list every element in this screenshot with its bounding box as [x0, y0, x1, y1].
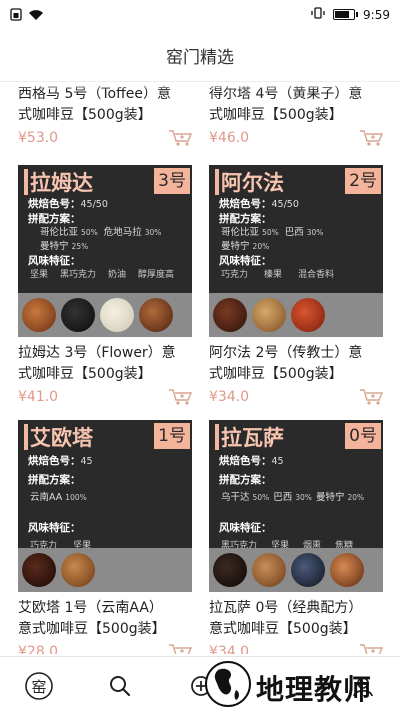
tab-search[interactable] [105, 671, 135, 701]
product-price: ¥53.0 [18, 130, 59, 146]
chocolate-image [22, 553, 56, 587]
page-title: 窑门精选 [0, 30, 400, 82]
tab-home[interactable]: 窑 [24, 671, 54, 701]
product-title: 得尔塔 4号（黄果子）意 式咖啡豆【500g装】 [209, 86, 363, 123]
add-to-cart-icon[interactable] [168, 643, 192, 654]
nut-image [252, 553, 286, 587]
card-name: 阿尔法 [221, 171, 284, 195]
chocolate-image [213, 553, 247, 587]
home-logo-icon: 窑 [25, 672, 53, 700]
spice-image [291, 298, 325, 332]
svg-text:窑: 窑 [31, 678, 46, 696]
watermark-text: 地理教师 [256, 673, 373, 706]
spice-image [22, 298, 56, 332]
product-title: 拉瓦萨 0号（经典配方） 意式咖啡豆【500g装】 [209, 600, 363, 637]
product-price: ¥34.0 [209, 644, 250, 654]
product-price: ¥28.0 [18, 644, 59, 654]
coffee-image-strip [209, 293, 383, 337]
product-item[interactable]: 得尔塔 4号（黄果子）意 式咖啡豆【500g装】 ¥46.0 [209, 82, 383, 150]
card-name: 拉姆达 [30, 171, 93, 195]
add-to-cart-icon[interactable] [359, 388, 383, 406]
battery-icon [333, 9, 359, 20]
product-item[interactable]: 西格马 5号（Toffee）意 式咖啡豆【500g装】 ¥53.0 [18, 82, 192, 150]
search-icon [110, 676, 131, 697]
card-number: 1号 [154, 423, 190, 449]
status-time: 9:59 [363, 7, 390, 22]
card-number: 3号 [154, 168, 190, 194]
globe-logo-icon [205, 661, 251, 707]
product-price: ¥46.0 [209, 130, 250, 146]
wifi-icon [28, 9, 44, 24]
card-number: 0号 [345, 423, 381, 449]
card-number: 2号 [345, 168, 381, 194]
add-to-cart-icon[interactable] [359, 643, 383, 654]
status-bar: 9:59 [0, 0, 400, 30]
product-title: 阿尔法 2号（传教士）意 式咖啡豆【500g装】 [209, 345, 363, 382]
product-card-image[interactable]: 拉瓦萨 0号 烘焙色号：45 拼配方案： 乌干达 50% 巴西 30% 曼特宁 … [209, 420, 383, 592]
product-card-image[interactable]: 阿尔法 2号 烘焙色号：45/50 拼配方案： 哥伦比亚 50% 巴西 30% … [209, 165, 383, 337]
add-to-cart-icon[interactable] [168, 129, 192, 147]
product-title: 拉姆达 3号（Flower）意 式咖啡豆【500g装】 [18, 345, 176, 382]
add-to-cart-icon[interactable] [168, 388, 192, 406]
product-price: ¥34.0 [209, 389, 250, 405]
cream-image [100, 298, 134, 332]
coffee-image-strip [18, 293, 192, 337]
coffee-image-strip [209, 548, 383, 592]
hazelnut-image [252, 298, 286, 332]
scroll-fade [0, 82, 400, 90]
product-title: 西格马 5号（Toffee）意 式咖啡豆【500g装】 [18, 86, 171, 123]
vibrate-icon [311, 7, 325, 22]
product-title: 艾欧塔 1号（云南AA） 意式咖啡豆【500g装】 [18, 600, 166, 637]
sim-icon [10, 8, 22, 24]
add-to-cart-icon[interactable] [359, 129, 383, 147]
product-card-image[interactable]: 艾欧塔 1号 烘焙色号：45 拼配方案： 云南AA 100% 风味特征： 巧克力… [18, 420, 192, 592]
coffee-cup-image [139, 298, 173, 332]
product-price: ¥41.0 [18, 389, 59, 405]
coffee-image-strip [18, 548, 192, 592]
chocolate-image [61, 298, 95, 332]
product-grid[interactable]: 西格马 5号（Toffee）意 式咖啡豆【500g装】 ¥53.0 得尔塔 4号… [0, 82, 400, 654]
caramel-image [330, 553, 364, 587]
product-card-image[interactable]: 拉姆达 3号 烘焙色号：45/50 拼配方案： 哥伦比亚 50% 危地马拉 30… [18, 165, 192, 337]
watermark: 地理教师 [196, 656, 400, 711]
chocolate-image [213, 298, 247, 332]
card-name: 拉瓦萨 [221, 426, 284, 450]
smoke-image [291, 553, 325, 587]
card-name: 艾欧塔 [30, 426, 93, 450]
nut-image [61, 553, 95, 587]
